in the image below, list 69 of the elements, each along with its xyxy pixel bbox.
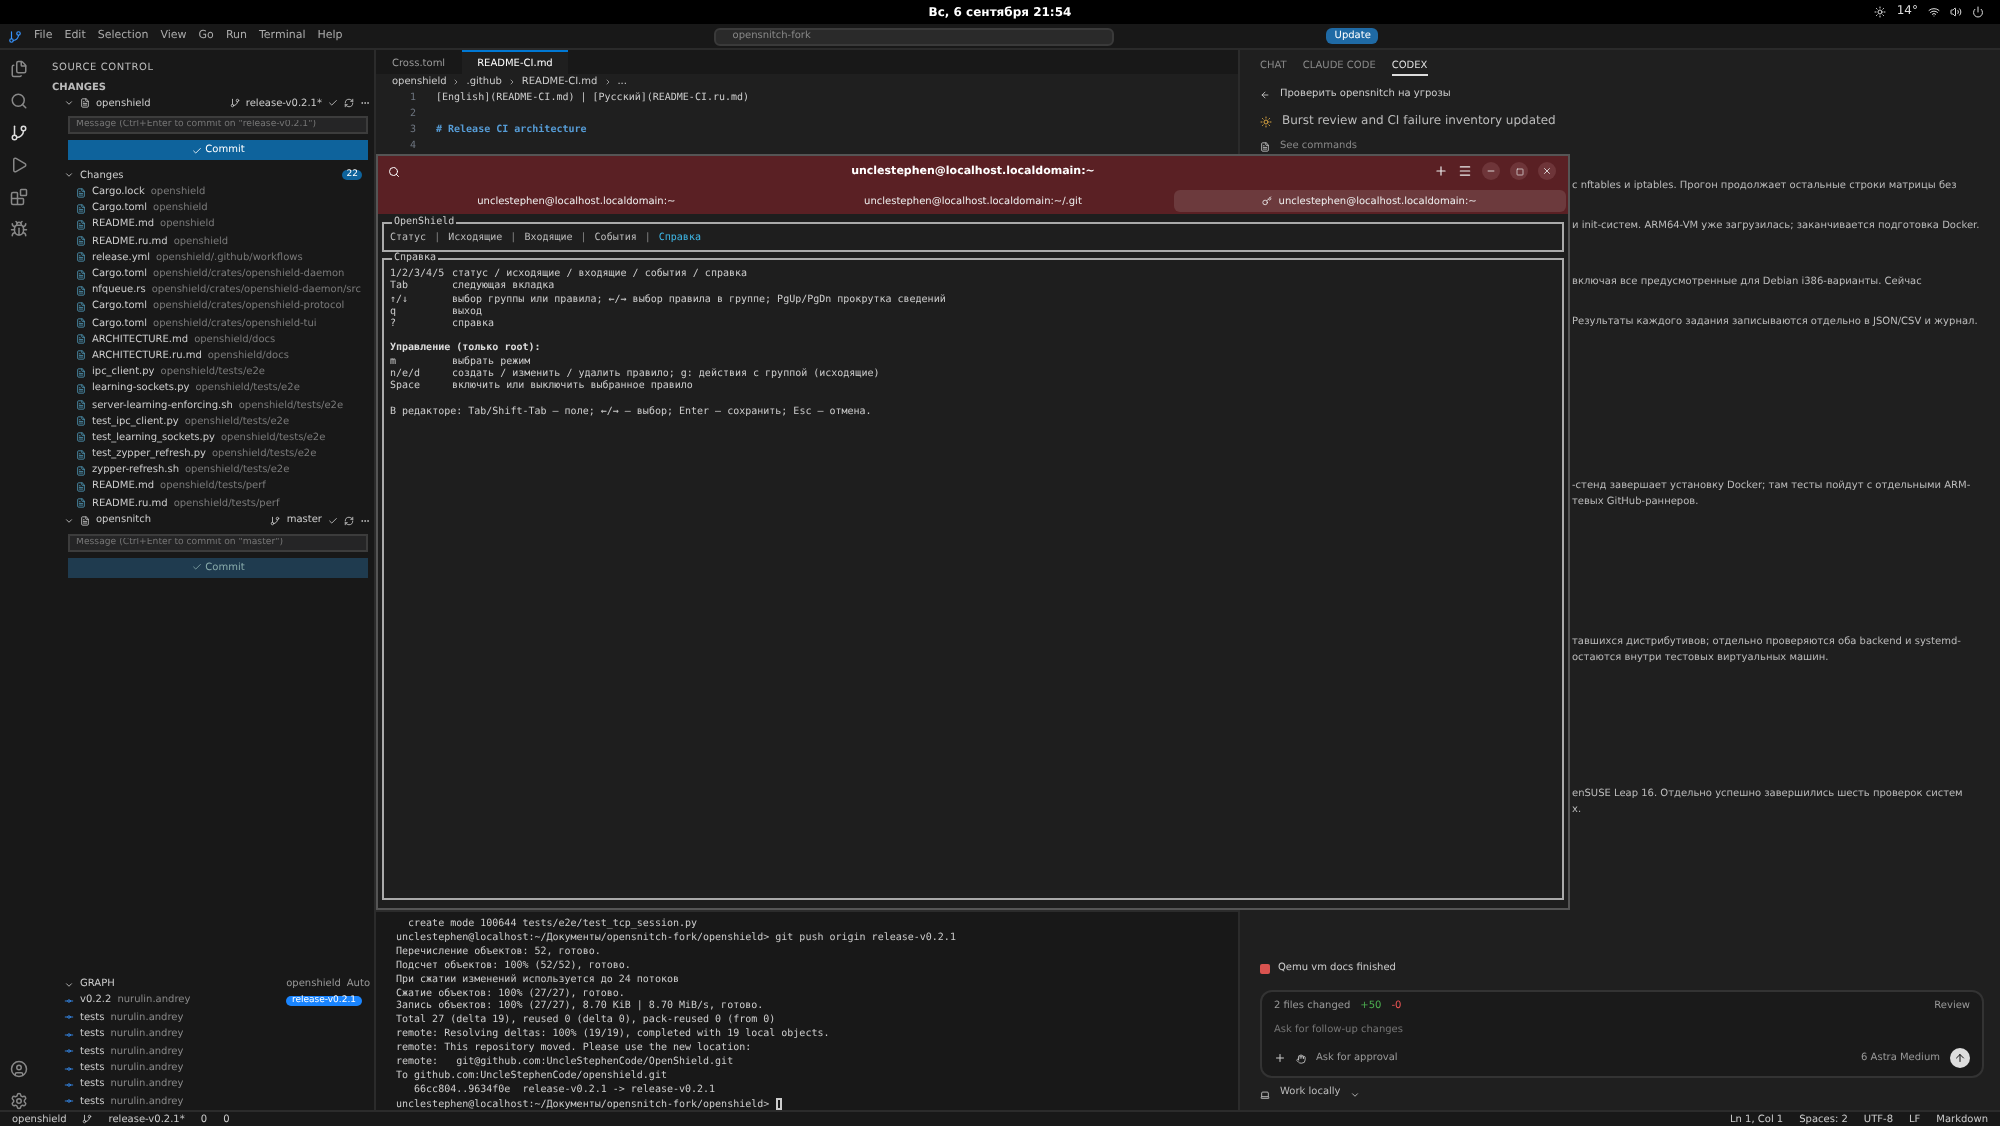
branch-icon: [229, 98, 240, 108]
settings-icon[interactable]: [9, 1092, 27, 1110]
bug-icon[interactable]: [9, 220, 27, 238]
check-icon[interactable]: [328, 98, 338, 108]
chevron-icon: [64, 170, 74, 180]
new-tab-icon[interactable]: [1434, 164, 1448, 178]
file-icon: [76, 285, 86, 296]
run-icon[interactable]: [9, 156, 27, 174]
minimize-icon: [1486, 166, 1496, 176]
commit-dot-icon: [64, 1012, 74, 1023]
commit-dot-icon: [64, 1029, 74, 1040]
maximize-icon: [1515, 167, 1523, 175]
account-icon[interactable]: [9, 1060, 27, 1078]
wifi-icon: [1928, 5, 1940, 17]
check-icon: [191, 562, 202, 573]
commit-dot-icon: [64, 995, 74, 1006]
file-icon: [76, 498, 86, 509]
sun-icon: [1874, 5, 1887, 17]
check-icon: [191, 145, 202, 155]
search-icon[interactable]: [9, 92, 27, 110]
volume-icon: [1950, 5, 1962, 17]
power-icon: [1972, 5, 1984, 17]
branch-icon: [82, 1114, 93, 1124]
source-control-icon[interactable]: [9, 124, 27, 142]
arrow-up-icon: [1954, 1052, 1966, 1064]
file-icon: [76, 416, 86, 427]
minimize-button[interactable]: [1482, 162, 1500, 180]
laptop-icon: [1260, 1089, 1270, 1099]
extensions-icon[interactable]: [9, 188, 27, 206]
back-icon[interactable]: [1260, 89, 1270, 99]
close-button[interactable]: [1538, 162, 1556, 180]
app-logo-icon: [8, 29, 22, 43]
file-icon: [76, 301, 86, 312]
file-icon: [76, 367, 86, 378]
commit-dot-icon: [64, 1063, 74, 1074]
send-button[interactable]: [1950, 1048, 1970, 1068]
menu-icon[interactable]: [1458, 164, 1472, 178]
file-icon: [76, 219, 86, 230]
maximize-button[interactable]: [1510, 162, 1528, 180]
commit-dot-icon: [64, 1079, 74, 1090]
file-icon: [76, 400, 86, 411]
commit-dot-icon: [64, 1096, 74, 1107]
chevron-icon: [64, 515, 74, 526]
branch-icon: [270, 515, 281, 526]
file-icon: [76, 318, 86, 329]
explorer-icon[interactable]: [9, 60, 27, 78]
commit-dot-icon: [64, 1046, 74, 1057]
file-icon: [76, 187, 86, 198]
file-icon: [76, 236, 86, 247]
chevron-icon: [64, 98, 74, 108]
file-icon: [76, 203, 86, 214]
chevron-icon: [64, 979, 74, 990]
file-icon: [76, 334, 86, 345]
file-icon: [76, 432, 86, 443]
check-icon[interactable]: [328, 515, 338, 526]
refresh-icon[interactable]: [344, 98, 354, 108]
key-icon: [1262, 196, 1273, 206]
file-icon: [76, 383, 86, 394]
file-icon: [76, 481, 86, 492]
checkbox-icon: [1260, 963, 1270, 973]
file-icon: [76, 350, 86, 361]
add-icon[interactable]: [1274, 1052, 1286, 1064]
chevron-icon: [1350, 1089, 1361, 1099]
refresh-icon[interactable]: [344, 515, 354, 526]
file-icon: [76, 269, 86, 280]
file-icon: [76, 252, 86, 263]
hand-icon: [1296, 1053, 1306, 1063]
file-icon: [76, 465, 86, 476]
file-icon: [76, 449, 86, 460]
